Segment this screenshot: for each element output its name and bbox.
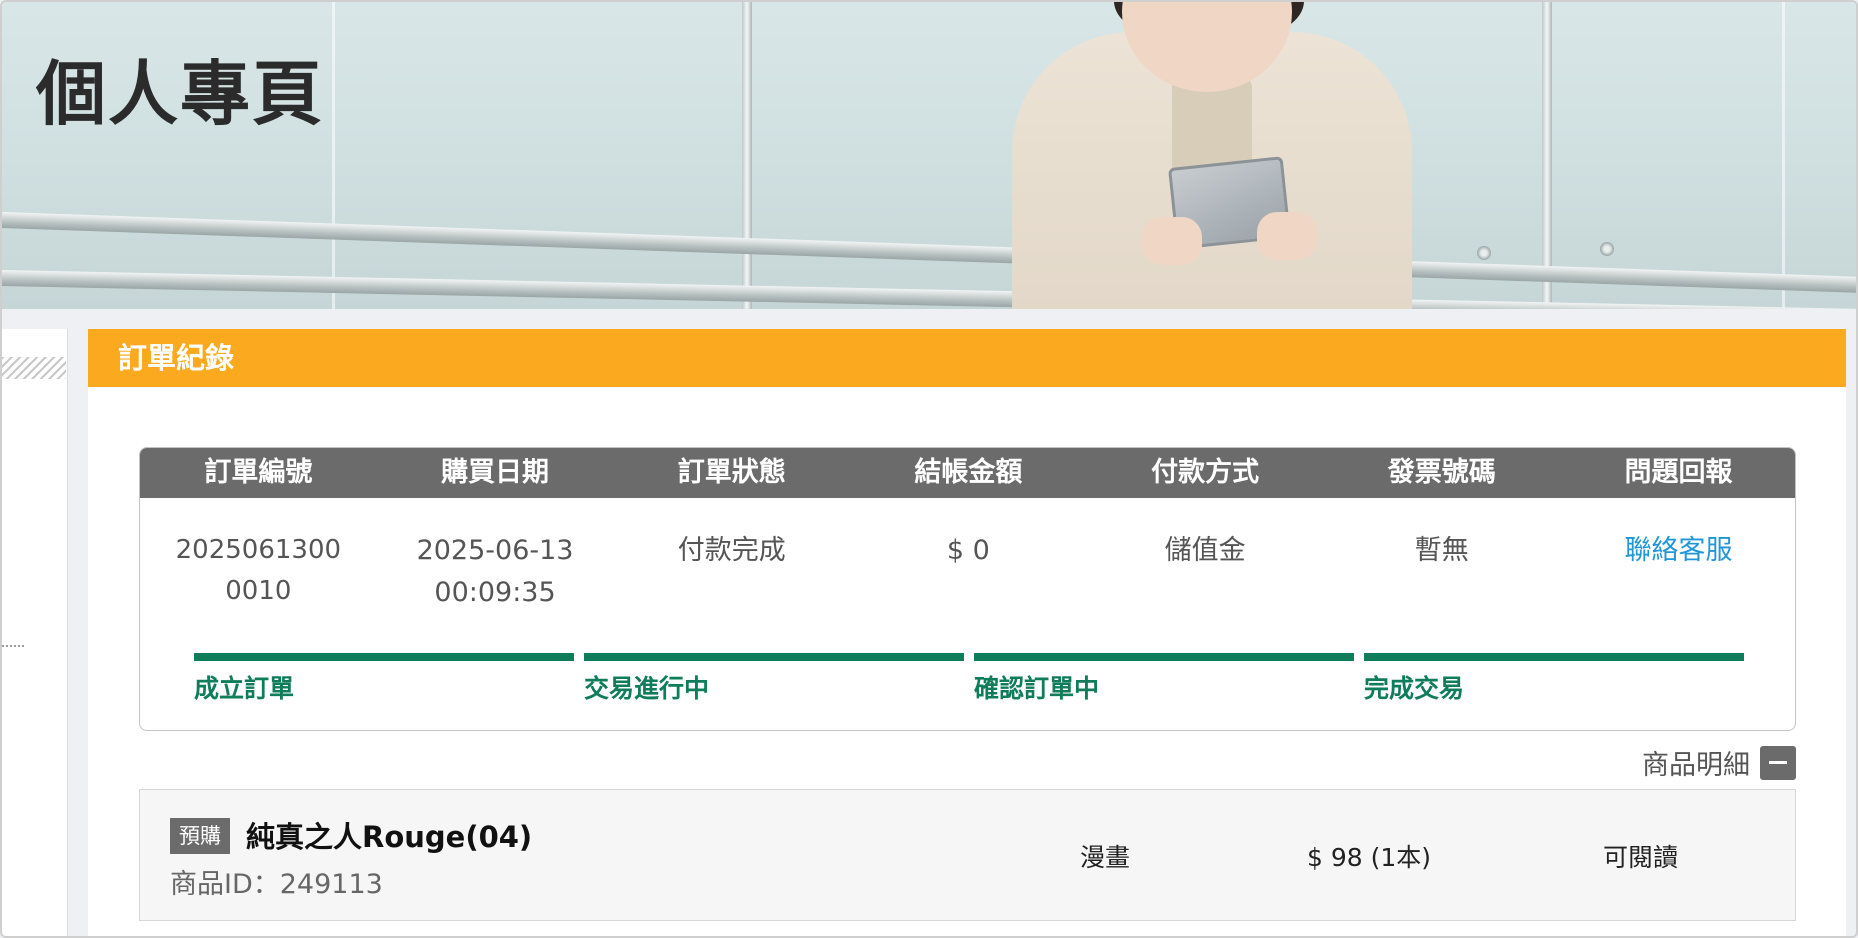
checkout-amount: $ 0 [946, 535, 990, 566]
person-hand-left [1142, 217, 1202, 265]
product-price: $ 98 (1本) [1307, 843, 1432, 872]
progress-step-label: 確認訂單中 [974, 674, 1100, 703]
railing-post [742, 2, 752, 309]
column-header-order-status: 訂單狀態 [677, 457, 786, 488]
product-row: 預購 純真之人Rouge(04) 商品ID：249113 漫畫 $ 98 (1本… [139, 789, 1796, 921]
product-id: 商品ID：249113 [170, 869, 383, 900]
progress-step-label: 交易進行中 [584, 674, 710, 703]
purchase-date-day: 2025-06-13 [416, 535, 574, 566]
section-header: 訂單紀錄 [88, 329, 1846, 387]
glass-panel-edge [1782, 2, 1785, 309]
progress-step-label: 成立訂單 [194, 674, 295, 703]
railing-bolt [1477, 246, 1491, 260]
main-panel: 訂單紀錄 訂單編號 購買日期 訂單狀態 結帳金額 付款方式 發票號碼 問題回報 … [88, 329, 1846, 936]
minus-icon[interactable] [1760, 745, 1796, 780]
page-title: 個人專頁 [36, 53, 324, 135]
sidebar-hatch-decoration [2, 357, 66, 379]
product-availability: 可閱讀 [1603, 843, 1679, 872]
sidebar-panel [2, 329, 68, 936]
order-number-line2: 0010 [225, 576, 292, 606]
column-header-purchase-date: 購買日期 [441, 457, 550, 488]
sidebar-dotted-divider [2, 645, 26, 647]
hero-banner: 個人專頁 [2, 2, 1856, 309]
purchase-date: 2025-06-13 00:09:35 [377, 530, 614, 648]
product-details-label: 商品明細 [1642, 750, 1750, 781]
column-header-payment-method: 付款方式 [1151, 457, 1260, 488]
product-details-toggle[interactable]: 商品明細 [1642, 743, 1796, 782]
column-header-checkout-amount: 結帳金額 [914, 457, 1023, 488]
column-header-invoice-number: 發票號碼 [1387, 457, 1496, 488]
product-category: 漫畫 [1080, 843, 1131, 872]
preorder-badge: 預購 [170, 818, 230, 854]
purchase-date-time: 00:09:35 [434, 577, 556, 608]
order-progress: 成立訂單 交易進行中 確認訂單中 完成交易 [194, 653, 1744, 713]
hero-person-image [1002, 2, 1422, 309]
payment-method: 儲值金 [1164, 535, 1246, 566]
progress-step-created: 成立訂單 [194, 653, 574, 705]
order-row: 2025061300 0010 2025-06-13 00:09:35 付款完成… [140, 498, 1795, 648]
page-frame: 個人專頁 訂單紀錄 訂單編號 購買日期 訂單狀態 結帳金額 付款方式 發票號碼 … [0, 0, 1858, 938]
glass-panel-edge [332, 2, 335, 309]
progress-bar [974, 653, 1354, 661]
order-table-header: 訂單編號 購買日期 訂單狀態 結帳金額 付款方式 發票號碼 問題回報 [140, 448, 1795, 498]
progress-step-in-progress: 交易進行中 [584, 653, 964, 705]
progress-bar [194, 653, 574, 661]
railing-bolt [1600, 242, 1614, 256]
order-card: 訂單編號 購買日期 訂單狀態 結帳金額 付款方式 發票號碼 問題回報 20250… [139, 447, 1796, 731]
progress-step-completed: 完成交易 [1364, 653, 1744, 705]
progress-step-label: 完成交易 [1364, 674, 1465, 703]
person-hand-right [1257, 212, 1317, 260]
order-number-line1: 2025061300 [175, 535, 342, 565]
order-number: 2025061300 0010 [140, 530, 377, 648]
progress-bar [1364, 653, 1744, 661]
railing-post [1542, 2, 1552, 309]
progress-bar [584, 653, 964, 661]
order-status: 付款完成 [677, 535, 786, 566]
column-header-order-number: 訂單編號 [204, 457, 313, 488]
column-header-issue-report: 問題回報 [1624, 457, 1733, 488]
invoice-number: 暫無 [1414, 535, 1469, 566]
product-name: 純真之人Rouge(04) [246, 820, 533, 854]
progress-step-confirming: 確認訂單中 [974, 653, 1354, 705]
contact-support-link[interactable]: 聯絡客服 [1560, 530, 1795, 648]
